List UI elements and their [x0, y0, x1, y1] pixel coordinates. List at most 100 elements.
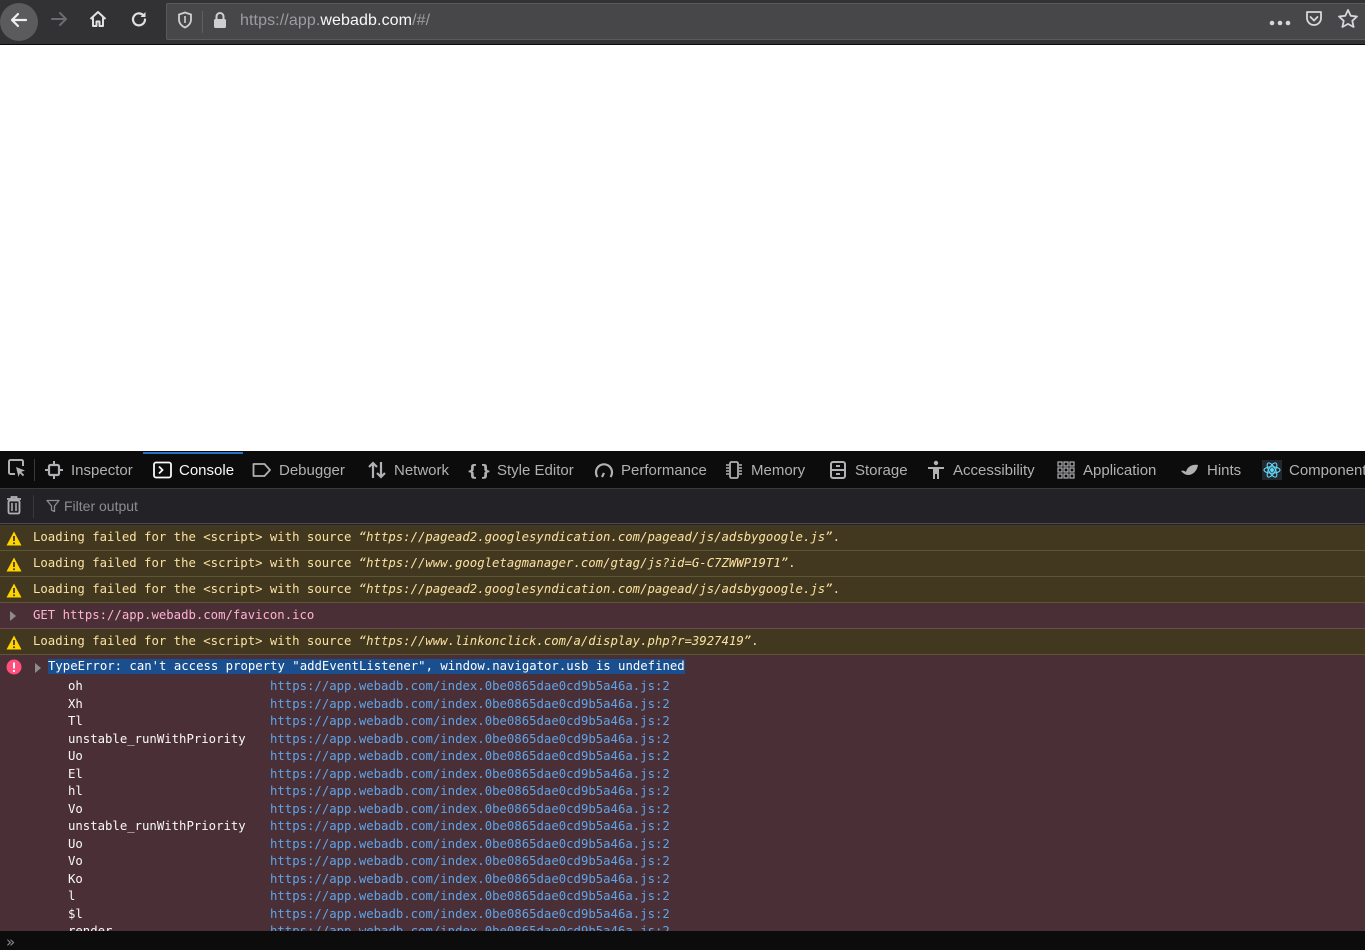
- message-source-link[interactable]: “https://pagead2.googlesyndication.com/p…: [359, 582, 833, 596]
- frame-location-link[interactable]: https://app.webadb.com/index.0be0865dae0…: [270, 837, 670, 851]
- stack-frame: El https://app.webadb.com/index.0be0865da…: [68, 767, 1365, 785]
- tab-console[interactable]: Console: [143, 451, 243, 489]
- stack-frame: unstable_runWithPriority https://app.weba…: [68, 819, 1365, 837]
- react-icon: [1262, 460, 1282, 480]
- tab-label: Network: [394, 461, 450, 479]
- inspector-icon: [44, 460, 64, 480]
- frame-location-link[interactable]: https://app.webadb.com/index.0be0865dae0…: [270, 854, 670, 868]
- site-identity-button[interactable]: [209, 11, 231, 33]
- stack-frame: oh https://app.webadb.com/index.0be0865da…: [68, 679, 1365, 697]
- message-text: GET https://app.webadb.com/favicon.ico: [33, 608, 315, 622]
- bookmark-button[interactable]: [1331, 5, 1365, 39]
- url-bar[interactable]: https://app.webadb.com/#/: [166, 3, 1365, 40]
- message-text: Loading failed for the <script> with sou…: [33, 530, 840, 544]
- tracking-protection-button[interactable]: [173, 11, 197, 33]
- trash-icon: [6, 495, 22, 520]
- tab-accessibility[interactable]: Accessibility: [926, 451, 1035, 489]
- reload-icon: [129, 9, 149, 34]
- frame-function-name: Uo: [68, 836, 83, 851]
- message-suffix: .: [832, 530, 840, 544]
- console-warning-message[interactable]: Loading failed for the <script> with sou…: [0, 525, 1365, 551]
- devtools-panel: Inspector Console Debugger Network {} St…: [0, 451, 1365, 951]
- stack-trace: oh https://app.webadb.com/index.0be0865da…: [0, 679, 1365, 931]
- frame-location-link[interactable]: https://app.webadb.com/index.0be0865dae0…: [270, 679, 670, 693]
- url-separator: [202, 11, 203, 33]
- message-suffix: .: [832, 582, 840, 596]
- tab-memory[interactable]: Memory: [724, 451, 805, 489]
- pocket-button[interactable]: [1297, 5, 1331, 39]
- shield-icon: [177, 11, 193, 34]
- message-source-link[interactable]: “https://pagead2.googlesyndication.com/p…: [359, 530, 833, 544]
- expand-triangle-icon[interactable]: [35, 663, 41, 673]
- message-source-link[interactable]: “https://www.googletagmanager.com/gtag/j…: [359, 556, 788, 570]
- arrow-left-icon: [9, 10, 29, 35]
- tab-application[interactable]: Application: [1056, 451, 1156, 489]
- stack-frame: render https://app.webadb.com/index.0be08…: [68, 924, 1365, 931]
- frame-location-link[interactable]: https://app.webadb.com/index.0be0865dae0…: [270, 802, 670, 816]
- more-horizontal-icon: [1269, 13, 1291, 31]
- tab-hints[interactable]: Hints: [1180, 451, 1241, 489]
- stack-frame: Ko https://app.webadb.com/index.0be0865da…: [68, 872, 1365, 890]
- frame-location-link[interactable]: https://app.webadb.com/index.0be0865dae0…: [270, 732, 670, 746]
- element-picker-button[interactable]: [0, 451, 34, 489]
- tab-style-editor[interactable]: {} Style Editor: [467, 451, 574, 489]
- message-text: Loading failed for the <script> with sou…: [33, 556, 796, 570]
- page-actions-button[interactable]: [1263, 5, 1297, 39]
- console-network-message[interactable]: GET https://app.webadb.com/favicon.ico: [0, 603, 1365, 629]
- message-prefix: Loading failed for the <script> with sou…: [33, 530, 359, 544]
- message-prefix: Loading failed for the <script> with sou…: [33, 556, 359, 570]
- expand-triangle-icon[interactable]: [10, 611, 16, 621]
- message-source-link[interactable]: “https://www.linkonclick.com/a/display.p…: [359, 634, 751, 648]
- stack-frame: hl https://app.webadb.com/index.0be0865da…: [68, 784, 1365, 802]
- storage-icon: [828, 460, 848, 480]
- console-input[interactable]: »: [0, 931, 1365, 951]
- tab-debugger[interactable]: Debugger: [252, 451, 345, 489]
- error-icon: [6, 659, 22, 675]
- frame-location-link[interactable]: https://app.webadb.com/index.0be0865dae0…: [270, 714, 670, 728]
- frame-location-link[interactable]: https://app.webadb.com/index.0be0865dae0…: [270, 767, 670, 781]
- reload-button[interactable]: [121, 3, 157, 39]
- stack-frame: Uo https://app.webadb.com/index.0be0865da…: [68, 837, 1365, 855]
- message-text: Loading failed for the <script> with sou…: [33, 582, 840, 596]
- message-suffix: .: [788, 556, 796, 570]
- accessibility-icon: [926, 460, 946, 480]
- frame-function-name: Tl: [68, 714, 83, 728]
- tab-performance[interactable]: Performance: [594, 451, 707, 489]
- console-warning-message[interactable]: Loading failed for the <script> with sou…: [0, 629, 1365, 655]
- frame-location-link[interactable]: https://app.webadb.com/index.0be0865dae0…: [270, 749, 670, 763]
- frame-location-link[interactable]: https://app.webadb.com/index.0be0865dae0…: [270, 819, 670, 833]
- frame-location-link[interactable]: https://app.webadb.com/index.0be0865dae0…: [270, 697, 670, 711]
- url-scheme: https://app.: [240, 12, 321, 29]
- url-text[interactable]: https://app.webadb.com/#/: [240, 12, 430, 30]
- clear-console-button[interactable]: [3, 495, 25, 520]
- url-host: webadb.com: [320, 12, 413, 29]
- forward-button[interactable]: [41, 3, 77, 39]
- pocket-icon: [1304, 9, 1324, 34]
- frame-function-name: Xh: [68, 696, 83, 711]
- frame-location-link[interactable]: https://app.webadb.com/index.0be0865dae0…: [270, 924, 670, 931]
- frame-location-link[interactable]: https://app.webadb.com/index.0be0865dae0…: [270, 889, 670, 903]
- frame-function-name: hl: [68, 784, 83, 798]
- frame-location-link[interactable]: https://app.webadb.com/index.0be0865dae0…: [270, 784, 670, 798]
- console-error-message[interactable]: TypeError: can't access property "addEve…: [0, 655, 1365, 931]
- console-toolbar: [0, 489, 1365, 524]
- stack-frame: l https://app.webadb.com/index.0be0865dae…: [68, 889, 1365, 907]
- hints-icon: [1180, 460, 1200, 480]
- tab-network[interactable]: Network: [367, 451, 449, 489]
- tab-label: Style Editor: [497, 461, 574, 479]
- devtools-tabbar: Inspector Console Debugger Network {} St…: [0, 451, 1365, 489]
- home-button[interactable]: [80, 3, 116, 39]
- filter-output-input[interactable]: [64, 495, 664, 517]
- tab-inspector[interactable]: Inspector: [44, 451, 133, 489]
- console-warning-message[interactable]: Loading failed for the <script> with sou…: [0, 577, 1365, 603]
- tab-components[interactable]: Components: [1262, 451, 1365, 489]
- url-path: /#/: [412, 12, 431, 29]
- console-warning-message[interactable]: Loading failed for the <script> with sou…: [0, 551, 1365, 577]
- tab-storage[interactable]: Storage: [828, 451, 908, 489]
- frame-location-link[interactable]: https://app.webadb.com/index.0be0865dae0…: [270, 872, 670, 886]
- error-text[interactable]: TypeError: can't access property "addEve…: [48, 659, 685, 674]
- back-button[interactable]: [0, 3, 38, 41]
- element-picker-icon: [7, 458, 27, 483]
- chip-icon: [724, 460, 744, 480]
- frame-location-link[interactable]: https://app.webadb.com/index.0be0865dae0…: [270, 907, 670, 921]
